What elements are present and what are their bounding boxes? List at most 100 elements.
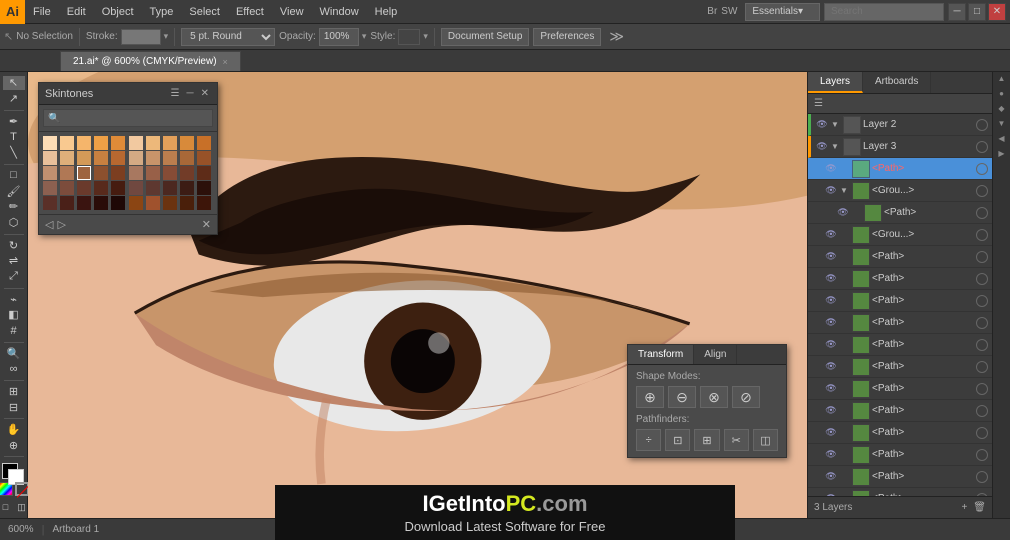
menu-effect[interactable]: Effect — [228, 3, 272, 21]
pencil-tool[interactable]: ✏ — [3, 200, 25, 214]
paintbrush-tool[interactable]: 🖌 — [3, 184, 25, 198]
slice-tool[interactable]: ⊟ — [3, 400, 25, 414]
layer-item-10[interactable]: 👁<Path> — [808, 334, 992, 356]
layer-item-17[interactable]: 👁<Path> — [808, 488, 992, 496]
layer-vis-14[interactable]: 👁 — [824, 426, 838, 440]
panel-menu-btn[interactable]: ☰ — [169, 88, 182, 99]
swatch-49[interactable] — [197, 196, 211, 210]
layer-item-12[interactable]: 👁<Path> — [808, 378, 992, 400]
swatch-37[interactable] — [163, 181, 177, 195]
swatch-19[interactable] — [197, 151, 211, 165]
swatch-10[interactable] — [43, 151, 57, 165]
doc-setup-button[interactable]: Document Setup — [441, 28, 530, 46]
layer-vis-0[interactable]: 👁 — [815, 118, 829, 132]
swatch-20[interactable] — [43, 166, 57, 180]
merge-btn[interactable]: ⊞ — [694, 429, 719, 451]
tab-close[interactable]: × — [223, 57, 228, 67]
swatch-30[interactable] — [43, 181, 57, 195]
close-button[interactable]: ✕ — [988, 3, 1006, 21]
menu-help[interactable]: Help — [367, 3, 406, 21]
swatch-12[interactable] — [77, 151, 91, 165]
normal-mode[interactable]: □ — [0, 500, 13, 514]
outline-btn[interactable]: ◫ — [753, 429, 778, 451]
swatch-24[interactable] — [111, 166, 125, 180]
stroke-dropdown-icon[interactable]: ▾ — [164, 31, 169, 42]
layer-target-0[interactable] — [976, 119, 988, 131]
swatch-32[interactable] — [77, 181, 91, 195]
layer-expand-0[interactable]: ▼ — [831, 120, 841, 129]
swatch-17[interactable] — [163, 151, 177, 165]
style-preview[interactable] — [398, 29, 420, 45]
layer-item-9[interactable]: 👁<Path> — [808, 312, 992, 334]
layer-expand-3[interactable]: ▼ — [840, 186, 850, 195]
menu-select[interactable]: Select — [181, 3, 228, 21]
line-tool[interactable]: ╲ — [3, 146, 25, 160]
maximize-button[interactable]: □ — [968, 3, 986, 21]
layer-vis-3[interactable]: 👁 — [824, 184, 838, 198]
swatch-28[interactable] — [180, 166, 194, 180]
swatch-31[interactable] — [60, 181, 74, 195]
swatch-0[interactable] — [43, 136, 57, 150]
swatch-29[interactable] — [197, 166, 211, 180]
layer-vis-1[interactable]: 👁 — [815, 140, 829, 154]
swatch-7[interactable] — [163, 136, 177, 150]
swatch-34[interactable] — [111, 181, 125, 195]
layer-target-2[interactable] — [976, 163, 988, 175]
toolbar-extra-icon[interactable]: ≫ — [609, 28, 624, 45]
crop-btn[interactable]: ✂ — [724, 429, 749, 451]
stroke-preview[interactable] — [121, 29, 161, 45]
exclude-btn[interactable]: ⊘ — [732, 386, 760, 408]
swatch-1[interactable] — [60, 136, 74, 150]
layer-item-11[interactable]: 👁<Path> — [808, 356, 992, 378]
swatch-44[interactable] — [111, 196, 125, 210]
layer-target-8[interactable] — [976, 295, 988, 307]
layer-vis-15[interactable]: 👁 — [824, 448, 838, 462]
layer-item-14[interactable]: 👁<Path> — [808, 422, 992, 444]
layer-vis-2[interactable]: 👁 — [824, 162, 838, 176]
swatch-6[interactable] — [146, 136, 160, 150]
swatch-47[interactable] — [163, 196, 177, 210]
layer-vis-5[interactable]: 👁 — [824, 228, 838, 242]
fr-btn-5[interactable]: ◀ — [995, 134, 1009, 148]
layer-item-6[interactable]: 👁<Path> — [808, 246, 992, 268]
layer-target-5[interactable] — [976, 229, 988, 241]
color-indicator[interactable] — [2, 463, 26, 478]
layer-vis-4[interactable]: 👁 — [836, 206, 850, 220]
layer-vis-13[interactable]: 👁 — [824, 404, 838, 418]
prev-swatch-btn[interactable]: ▷ — [57, 218, 65, 231]
layer-item-16[interactable]: 👁<Path> — [808, 466, 992, 488]
layer-target-3[interactable] — [976, 185, 988, 197]
swatch-23[interactable] — [94, 166, 108, 180]
delete-swatch-btn[interactable]: ✕ — [202, 218, 211, 231]
layer-target-14[interactable] — [976, 427, 988, 439]
search-input[interactable] — [824, 3, 944, 21]
layer-vis-7[interactable]: 👁 — [824, 272, 838, 286]
swatch-13[interactable] — [94, 151, 108, 165]
behind-mode[interactable]: ◫ — [15, 500, 29, 514]
blend-tool[interactable]: ∞ — [3, 362, 25, 376]
artboards-tab[interactable]: Artboards — [863, 72, 931, 93]
layer-target-11[interactable] — [976, 361, 988, 373]
rotate-tool[interactable]: ↻ — [3, 238, 25, 252]
menu-window[interactable]: Window — [312, 3, 367, 21]
swatch-8[interactable] — [180, 136, 194, 150]
menu-file[interactable]: File — [25, 3, 59, 21]
menu-object[interactable]: Object — [94, 3, 142, 21]
layer-target-7[interactable] — [976, 273, 988, 285]
panel-close-btn[interactable]: ✕ — [199, 88, 211, 99]
brush-dropdown[interactable]: 5 pt. Round — [181, 28, 275, 46]
layer-item-8[interactable]: 👁<Path> — [808, 290, 992, 312]
layer-vis-10[interactable]: 👁 — [824, 338, 838, 352]
layer-item-7[interactable]: 👁<Path> — [808, 268, 992, 290]
direct-select-tool[interactable]: ↗ — [3, 92, 25, 106]
layer-item-15[interactable]: 👁<Path> — [808, 444, 992, 466]
fr-btn-3[interactable]: ◆ — [995, 104, 1009, 118]
transform-tab[interactable]: Transform — [628, 345, 694, 364]
swatch-4[interactable] — [111, 136, 125, 150]
reflect-tool[interactable]: ⇌ — [3, 254, 25, 268]
selection-tool[interactable]: ↖ — [3, 76, 25, 90]
add-swatch-btn[interactable]: ◁ — [45, 218, 53, 231]
rect-tool[interactable]: □ — [3, 168, 25, 182]
swatch-48[interactable] — [180, 196, 194, 210]
swatch-36[interactable] — [146, 181, 160, 195]
